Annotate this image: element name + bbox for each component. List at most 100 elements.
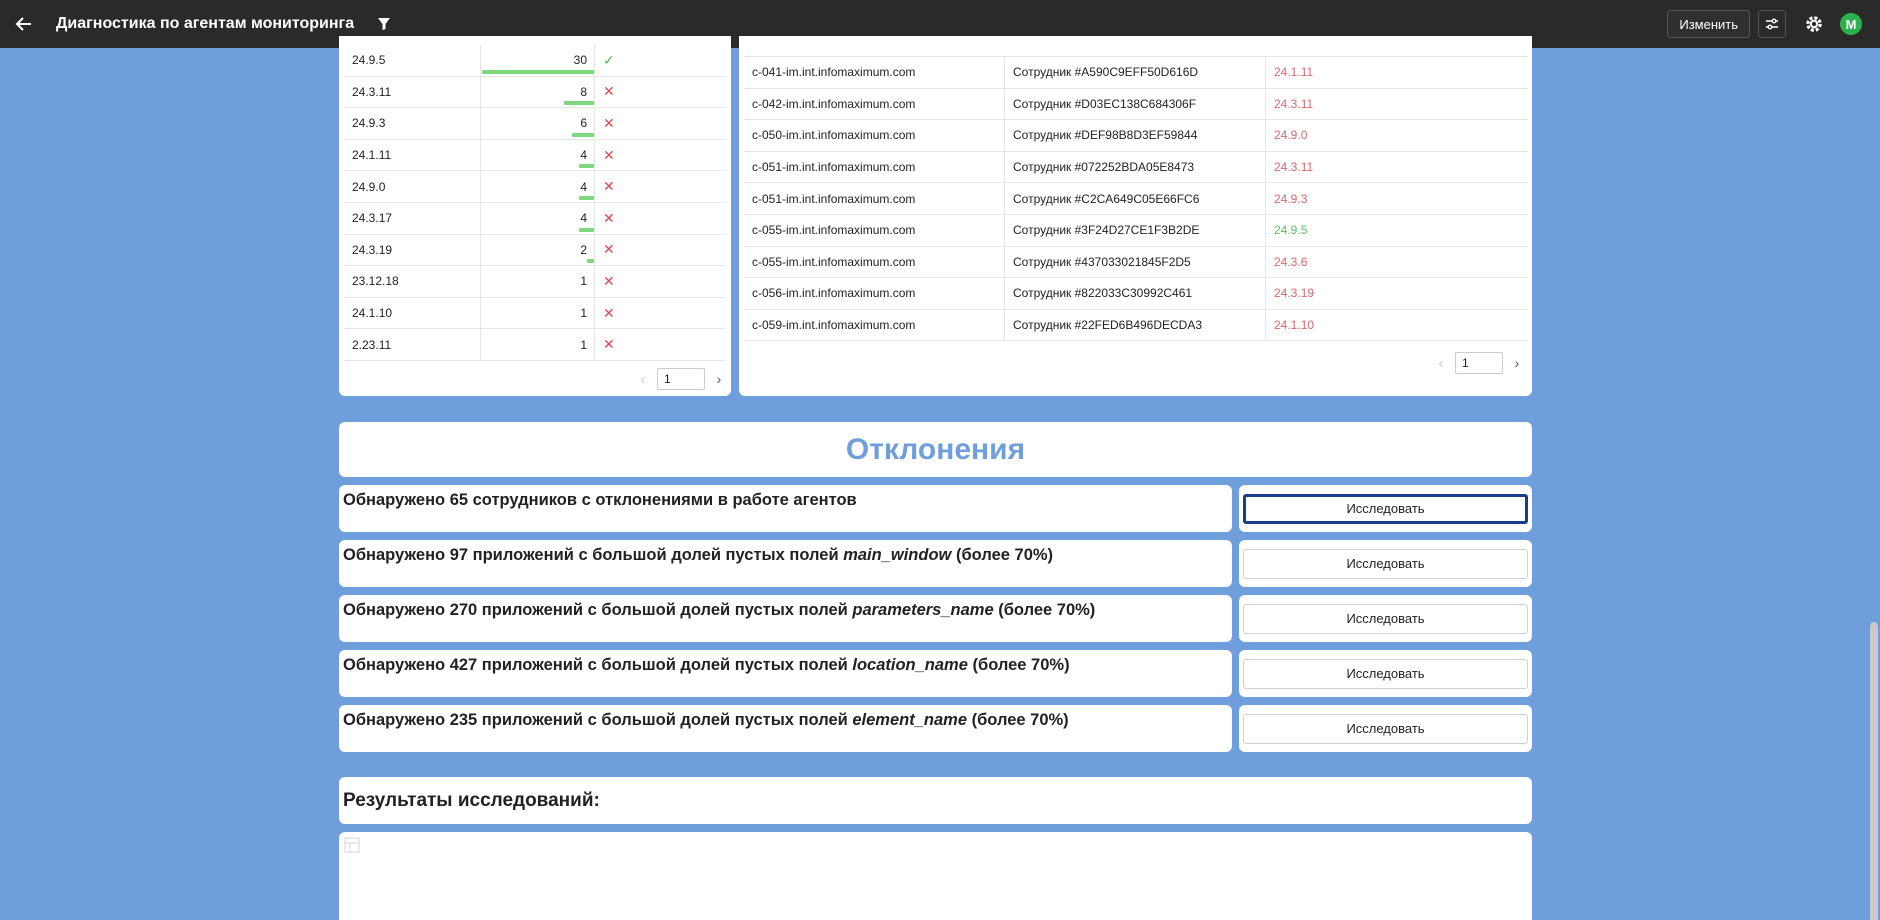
employees-pager: ‹ 1 ›	[1433, 352, 1525, 374]
count-bar	[579, 227, 594, 232]
filter-icon[interactable]	[370, 10, 398, 38]
count-value: 4	[580, 179, 587, 194]
employee-cell: Сотрудник #C2CA649C05E66FC6	[1005, 183, 1266, 214]
deviation-prefix: Обнаружено 235 приложений с большой доле…	[343, 711, 853, 729]
employee-cell: Сотрудник #437033021845F2D5	[1005, 246, 1266, 278]
count-cell: 6	[481, 108, 595, 139]
host-cell: c-041-im.int.infomaximum.com	[744, 57, 1005, 88]
deviation-text: Обнаружено 97 приложений с большой долей…	[339, 540, 1232, 587]
table-row: 24.1.11 4 ✕	[344, 139, 726, 172]
deviation-field: main_window	[843, 546, 952, 564]
deviation-prefix: Обнаружено 65 сотрудников с отклонениями…	[343, 491, 857, 509]
count-cell: 30	[481, 45, 595, 76]
host-cell: c-059-im.int.infomaximum.com	[744, 309, 1005, 341]
count-cell: 1	[481, 266, 595, 297]
table-row: c-051-im.int.infomaximum.com Сотрудник #0…	[744, 151, 1528, 184]
page-input[interactable]: 1	[1455, 352, 1503, 374]
version-cell: 24.1.11	[344, 139, 481, 171]
cross-icon: ✕	[603, 272, 615, 289]
deviation-action: Исследовать	[1239, 540, 1532, 587]
deviation-text: Обнаружено 65 сотрудников с отклонениями…	[339, 485, 1232, 532]
cross-icon: ✕	[603, 178, 615, 195]
version-cell: 24.1.10	[344, 297, 481, 329]
host-cell: c-051-im.int.infomaximum.com	[744, 151, 1005, 183]
table-row: c-042-im.int.infomaximum.com Сотрудник #D…	[744, 88, 1528, 121]
next-page-icon[interactable]: ›	[711, 371, 727, 387]
host-cell: c-051-im.int.infomaximum.com	[744, 183, 1005, 214]
version-cell: 24.9.5	[1274, 223, 1308, 238]
table-row: 2.23.11 1 ✕	[344, 329, 726, 361]
deviation-field: element_name	[852, 711, 968, 729]
table-row: 24.9.3 6 ✕	[344, 108, 726, 140]
scrollbar-thumb[interactable]	[1870, 622, 1878, 920]
edit-button[interactable]: Изменить	[1667, 10, 1750, 38]
version-cell: 24.9.5	[344, 45, 481, 76]
deviation-field: location_name	[852, 656, 968, 674]
version-cell: 23.12.18	[344, 266, 481, 297]
deviation-text: Обнаружено 427 приложений с большой доле…	[339, 650, 1232, 697]
count-value: 4	[580, 148, 587, 163]
table-row: c-050-im.int.infomaximum.com Сотрудник #D…	[744, 120, 1528, 152]
page-scrollbar[interactable]	[1868, 48, 1880, 920]
investigate-button[interactable]: Исследовать	[1243, 548, 1528, 579]
deviation-field: parameters_name	[852, 601, 994, 619]
deviation-text: Обнаружено 235 приложений с большой доле…	[339, 705, 1232, 752]
deviation-action: Исследовать	[1239, 595, 1532, 642]
avatar[interactable]: M	[1840, 13, 1862, 35]
version-cell: 24.3.19	[344, 234, 481, 266]
version-cell: 24.9.0	[1274, 128, 1308, 143]
next-page-icon[interactable]: ›	[1509, 355, 1525, 371]
gear-icon[interactable]	[1800, 10, 1828, 38]
cross-icon: ✕	[603, 241, 615, 258]
page-input[interactable]: 1	[657, 368, 705, 390]
investigate-button[interactable]: Исследовать	[1243, 603, 1528, 634]
deviation-action: Исследовать	[1239, 705, 1532, 752]
count-cell: 1	[481, 329, 595, 360]
back-arrow-icon[interactable]	[0, 0, 48, 48]
table-row: 24.3.19 2 ✕	[344, 234, 726, 267]
versions-card: 24.9.5 30 ✓ 24.3.11 8 ✕ 24.9.3 6 ✕ 24.1.11 4 ✕ 24.9.…	[339, 36, 731, 396]
deviation-suffix: (более 70%)	[967, 656, 1070, 674]
version-cell: 24.9.0	[344, 171, 481, 202]
cross-icon: ✕	[603, 114, 615, 131]
table-row: 23.12.18 1 ✕	[344, 266, 726, 298]
cross-icon: ✕	[603, 83, 615, 100]
investigate-button[interactable]: Исследовать	[1243, 713, 1528, 744]
table-row: c-051-im.int.infomaximum.com Сотрудник #C…	[744, 183, 1528, 215]
sliders-icon[interactable]	[1758, 10, 1786, 38]
count-value: 6	[580, 116, 587, 131]
count-value: 30	[573, 53, 587, 68]
count-bar	[579, 164, 594, 169]
version-cell: 24.3.17	[344, 202, 481, 234]
table-row: c-055-im.int.infomaximum.com Сотрудник #4…	[744, 246, 1528, 279]
investigate-button[interactable]: Исследовать	[1243, 658, 1528, 689]
count-bar	[482, 69, 594, 74]
versions-pager: ‹ 1 ›	[635, 368, 727, 390]
version-cell: 24.3.11	[1274, 96, 1314, 111]
deviation-text: Обнаружено 270 приложений с большой доле…	[339, 595, 1232, 642]
host-cell: c-055-im.int.infomaximum.com	[744, 246, 1005, 278]
count-bar	[579, 195, 594, 200]
host-cell: c-056-im.int.infomaximum.com	[744, 278, 1005, 309]
count-value: 2	[580, 242, 587, 257]
version-cell: 24.1.10	[1274, 318, 1315, 333]
employee-cell: Сотрудник #3F24D27CE1F3B2DE	[1005, 214, 1266, 246]
employee-cell: Сотрудник #072252BDA05E8473	[1005, 151, 1266, 183]
cross-icon: ✕	[603, 304, 615, 321]
employee-cell: Сотрудник #822033C30992C461	[1005, 278, 1266, 309]
prev-page-icon[interactable]: ‹	[1433, 355, 1449, 371]
host-cell: c-050-im.int.infomaximum.com	[744, 120, 1005, 151]
deviation-suffix: (более 70%)	[993, 601, 1096, 619]
table-row: 24.9.5 30 ✓	[344, 45, 726, 77]
prev-page-icon[interactable]: ‹	[635, 371, 651, 387]
table-row: 24.1.10 1 ✕	[344, 297, 726, 330]
employee-cell: Сотрудник #DEF98B8D3EF59844	[1005, 120, 1266, 151]
deviation-suffix: (более 70%)	[967, 711, 1069, 729]
investigate-button[interactable]: Исследовать	[1243, 493, 1528, 524]
deviations-title: Отклонения	[845, 432, 1026, 466]
version-cell: 24.3.11	[344, 76, 481, 108]
cross-icon: ✕	[603, 336, 615, 353]
cross-icon: ✕	[603, 209, 615, 226]
count-bar	[586, 259, 594, 264]
check-icon: ✓	[603, 51, 615, 68]
